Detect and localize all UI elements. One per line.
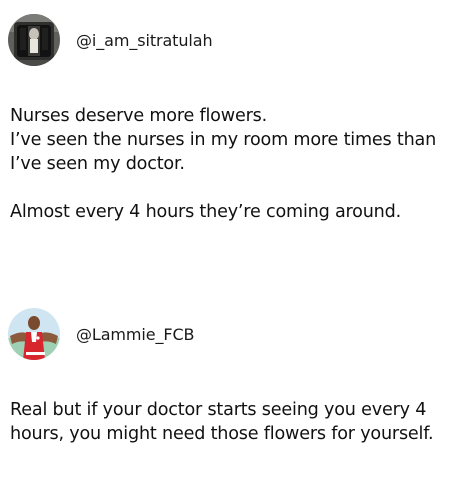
text-line: I’ve seen my doctor. [10, 154, 185, 174]
avatar[interactable] [8, 14, 60, 66]
author-row: @i_am_sitratulah [8, 14, 213, 66]
text-line: I’ve seen the nurses in my room more tim… [10, 130, 437, 150]
author-row: @Lammie_FCB [8, 308, 195, 360]
author-handle[interactable]: @i_am_sitratulah [76, 31, 213, 50]
author-handle[interactable]: @Lammie_FCB [76, 325, 195, 344]
post-body: Real but if your doctor starts seeing yo… [10, 398, 456, 446]
text-line: Nurses deserve more flowers. [10, 106, 267, 126]
dark-portrait-avatar-icon [8, 14, 60, 66]
paragraph: Almost every 4 hours they’re coming arou… [10, 200, 456, 224]
text-line: Almost every 4 hours they’re coming arou… [10, 202, 401, 222]
text-line: hours, you might need those flowers for … [10, 424, 434, 444]
paragraph: Nurses deserve more flowers. I’ve seen t… [10, 104, 456, 176]
post-body: Nurses deserve more flowers. I’ve seen t… [10, 104, 456, 224]
avatar[interactable] [8, 308, 60, 360]
text-line: Real but if your doctor starts seeing yo… [10, 400, 427, 420]
football-player-avatar-icon [8, 308, 60, 360]
paragraph: Real but if your doctor starts seeing yo… [10, 398, 456, 446]
